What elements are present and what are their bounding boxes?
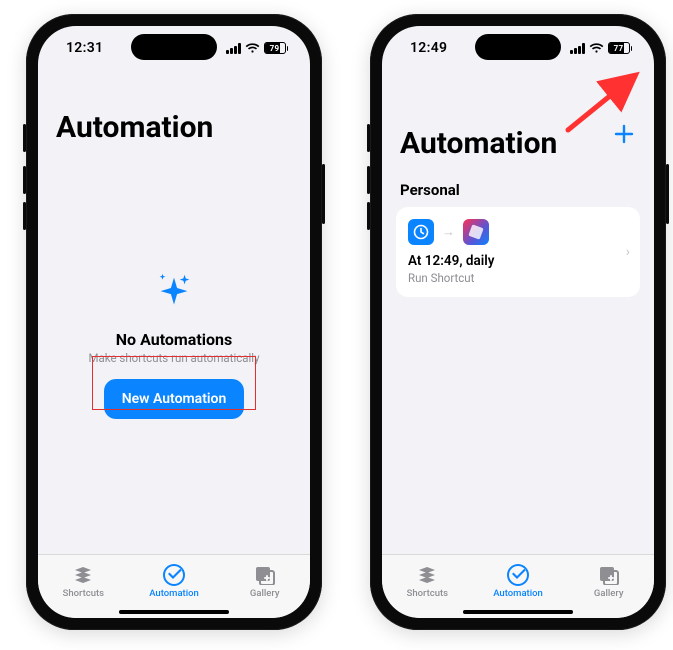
status-right: 77 [570,42,632,54]
new-automation-button[interactable]: New Automation [104,379,245,419]
home-indicator [463,610,573,614]
content-area: Automation Personal → At 12:49, daily Ru… [382,70,654,554]
status-right: 79 [226,42,288,54]
dynamic-island [131,34,217,60]
phone-frame-right: 12:49 77 Automation Personal [370,14,666,630]
tab-bar: Shortcuts Automation Gallery [38,554,310,618]
home-indicator [119,610,229,614]
tab-shortcuts[interactable]: Shortcuts [38,555,129,608]
gallery-icon [597,564,621,586]
wifi-icon [245,43,260,54]
status-time: 12:49 [410,40,447,56]
arrow-right-icon: → [442,224,455,240]
shortcut-app-icon [463,219,489,245]
add-button[interactable] [610,120,638,148]
automation-icon [506,564,530,586]
automation-icon [162,564,186,586]
tab-automation[interactable]: Automation [129,555,220,608]
battery-icon: 77 [608,42,633,54]
tab-bar: Shortcuts Automation Gallery [382,554,654,618]
page-title: Automation [38,70,310,155]
dynamic-island [475,34,561,60]
tab-shortcuts[interactable]: Shortcuts [382,555,473,608]
phone-frame-left: 12:31 79 Automation [26,14,322,630]
tab-gallery[interactable]: Gallery [563,555,654,608]
automation-row-title: At 12:49, daily [408,253,628,269]
section-header-personal: Personal [382,171,654,207]
tab-automation[interactable]: Automation [473,555,564,608]
gallery-icon [253,564,277,586]
tab-shortcuts-label: Shortcuts [407,588,448,599]
clock-icon [408,219,434,245]
wifi-icon [589,43,604,54]
tab-automation-label: Automation [493,588,543,599]
content-area: Automation No Automations Make shortcuts… [38,70,310,554]
empty-state: No Automations Make shortcuts run automa… [38,270,310,419]
tab-gallery-label: Gallery [594,588,624,599]
shortcuts-icon [415,564,439,586]
cellular-icon [226,43,241,54]
battery-icon: 79 [264,42,289,54]
shortcuts-icon [71,564,95,586]
empty-subtitle: Make shortcuts run automatically [88,351,259,365]
empty-heading: No Automations [116,330,232,349]
tab-gallery[interactable]: Gallery [219,555,310,608]
screen-left: 12:31 79 Automation [38,26,310,618]
automation-row-subtitle: Run Shortcut [408,271,628,285]
tab-automation-label: Automation [149,588,199,599]
cellular-icon [570,43,585,54]
screen-right: 12:49 77 Automation Personal [382,26,654,618]
automation-row-icons: → [408,219,628,245]
automation-row[interactable]: → At 12:49, daily Run Shortcut › [396,207,640,297]
plus-icon [613,123,635,145]
sparkle-icon [151,270,197,316]
tab-shortcuts-label: Shortcuts [63,588,104,599]
chevron-right-icon: › [626,244,630,260]
tab-gallery-label: Gallery [250,588,280,599]
status-time: 12:31 [66,40,103,56]
